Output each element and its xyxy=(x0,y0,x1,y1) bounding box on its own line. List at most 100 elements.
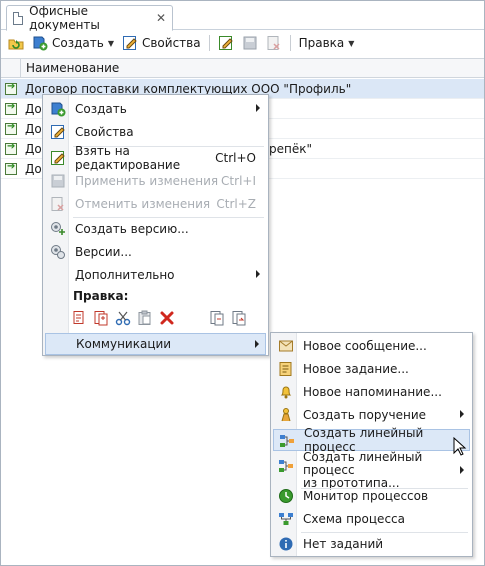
version-create-icon xyxy=(50,221,66,237)
copy-icon[interactable] xyxy=(93,310,109,326)
toolbar: Создать ▼ Свойства Правка ▼ xyxy=(1,31,484,55)
save-icon xyxy=(50,173,66,189)
document-icon xyxy=(13,11,24,25)
grid-header: Наименование xyxy=(1,58,484,78)
document-open-icon xyxy=(5,141,17,155)
menu-item-communications[interactable]: Коммуникации xyxy=(45,333,266,355)
menu-item-label-line1: Создать линейный процесс xyxy=(303,449,423,477)
edit-menu-button[interactable]: Правка ▼ xyxy=(296,32,358,54)
refresh-button[interactable] xyxy=(5,32,27,54)
info-icon xyxy=(278,536,294,552)
close-icon[interactable]: ✕ xyxy=(156,11,166,25)
properties-icon xyxy=(50,124,66,140)
shortcut-label: Ctrl+Z xyxy=(216,197,256,211)
create-shield-icon xyxy=(32,35,48,51)
assignment-icon xyxy=(278,407,294,423)
linear-process-icon xyxy=(279,433,295,449)
edit-document-icon xyxy=(50,150,66,166)
menu-item-label: Версии... xyxy=(75,245,132,259)
shortcut-label: Ctrl+O xyxy=(215,151,256,165)
menu-item-process-monitor[interactable]: Монитор процессов xyxy=(273,485,470,507)
chevron-right-icon xyxy=(460,466,464,474)
task-icon xyxy=(278,361,294,377)
menu-item-label: Дополнительно xyxy=(75,268,175,282)
tab-strip: Офисные документы ✕ xyxy=(1,1,484,32)
chevron-right-icon xyxy=(256,270,260,278)
menu-item-properties[interactable]: Свойства xyxy=(45,121,266,143)
row-title-tail: репёк" xyxy=(269,141,312,156)
properties-label: Свойства xyxy=(141,36,201,50)
menu-item-label: Коммуникации xyxy=(76,337,172,351)
create-label: Создать xyxy=(52,36,104,50)
menu-item-create-linear-from-prototype[interactable]: Создать линейный процесс из прототипа... xyxy=(273,450,470,489)
menu-item-label: Взять на редактирование xyxy=(75,144,181,172)
menu-item-new-reminder[interactable]: Новое напоминание... xyxy=(273,381,470,403)
chevron-down-icon: ▼ xyxy=(348,38,355,48)
row-title: До xyxy=(25,121,42,136)
menu-item-new-message[interactable]: Новое сообщение... xyxy=(273,335,470,357)
save-icon xyxy=(242,35,258,51)
process-monitor-icon xyxy=(278,488,294,504)
context-menu: Создать Свойства Взять на редактирование… xyxy=(42,94,269,356)
chevron-right-icon xyxy=(460,410,464,418)
menu-item-label: Монитор процессов xyxy=(303,489,429,503)
row-title: До xyxy=(25,141,42,156)
menu-item-new-task[interactable]: Новое задание... xyxy=(273,358,470,380)
shortcut-label: Ctrl+I xyxy=(221,174,256,188)
menu-item-label: Новое задание... xyxy=(303,362,409,376)
move-document-icon[interactable] xyxy=(231,310,247,326)
menu-item-apply[interactable]: Применить изменения Ctrl+I xyxy=(45,170,266,192)
menu-item-create[interactable]: Создать xyxy=(45,98,266,120)
linear-process-prototype-icon xyxy=(278,458,294,474)
tab-label: Офисные документы xyxy=(29,4,100,32)
app-window: Офисные документы ✕ Создать ▼ Свойства П… xyxy=(0,0,485,566)
versions-icon xyxy=(50,244,66,260)
menu-item-take-edit[interactable]: Взять на редактирование Ctrl+O xyxy=(45,144,266,172)
menu-item-create-assignment[interactable]: Создать поручение xyxy=(273,404,470,426)
row-title: До xyxy=(25,161,42,176)
discard-icon xyxy=(266,35,282,51)
properties-button[interactable]: Свойства xyxy=(119,32,204,54)
column-header-name[interactable]: Наименование xyxy=(21,61,119,75)
menu-item-process-scheme[interactable]: Схема процесса xyxy=(273,508,470,530)
grid-gutter-header xyxy=(1,59,21,77)
create-button[interactable]: Создать ▼ xyxy=(29,32,117,54)
menu-item-label: Создать поручение xyxy=(303,408,427,422)
menu-item-create-version[interactable]: Создать версию... xyxy=(45,218,266,240)
message-icon xyxy=(278,338,294,354)
mouse-cursor-icon xyxy=(453,436,467,457)
menu-item-label: Нет заданий xyxy=(303,537,384,551)
edit-doc-button[interactable] xyxy=(215,32,237,54)
menu-item-cancel[interactable]: Отменить изменения Ctrl+Z xyxy=(45,193,266,215)
menu-item-label: Применить изменения xyxy=(75,174,219,188)
discard-icon xyxy=(50,196,66,212)
menu-item-create-linear-process[interactable]: Создать линейный процесс xyxy=(273,426,470,454)
bell-icon xyxy=(278,384,294,400)
copy-document-icon[interactable] xyxy=(209,310,225,326)
tab-office-documents[interactable]: Офисные документы ✕ xyxy=(6,4,173,32)
cut-icon[interactable] xyxy=(115,310,131,326)
menu-item-label: Новое напоминание... xyxy=(303,385,442,399)
menu-item-more[interactable]: Дополнительно xyxy=(45,264,266,286)
menu-item-versions[interactable]: Версии... xyxy=(45,241,266,263)
chevron-down-icon: ▼ xyxy=(107,38,114,48)
edit-menu-label: Правка xyxy=(298,36,345,50)
menu-item-no-tasks[interactable]: Нет заданий xyxy=(273,533,470,555)
document-open-icon xyxy=(5,161,17,175)
copy-link-icon[interactable] xyxy=(71,310,87,326)
menu-item-label: Новое сообщение... xyxy=(303,339,427,353)
menu-item-label: Свойства xyxy=(75,125,134,139)
chevron-right-icon xyxy=(255,340,259,348)
discard-button[interactable] xyxy=(263,32,285,54)
save-button[interactable] xyxy=(239,32,261,54)
menu-item-label: Создать версию... xyxy=(75,222,189,236)
edit-document-icon xyxy=(218,35,234,51)
row-title: До xyxy=(25,101,42,116)
delete-icon[interactable] xyxy=(159,310,175,326)
paste-icon[interactable] xyxy=(137,310,153,326)
edit-icon-row xyxy=(71,308,247,328)
properties-icon xyxy=(122,35,138,51)
document-open-icon xyxy=(5,81,17,95)
toolbar-divider xyxy=(208,35,210,51)
menu-item-label: Схема процесса xyxy=(303,512,405,526)
